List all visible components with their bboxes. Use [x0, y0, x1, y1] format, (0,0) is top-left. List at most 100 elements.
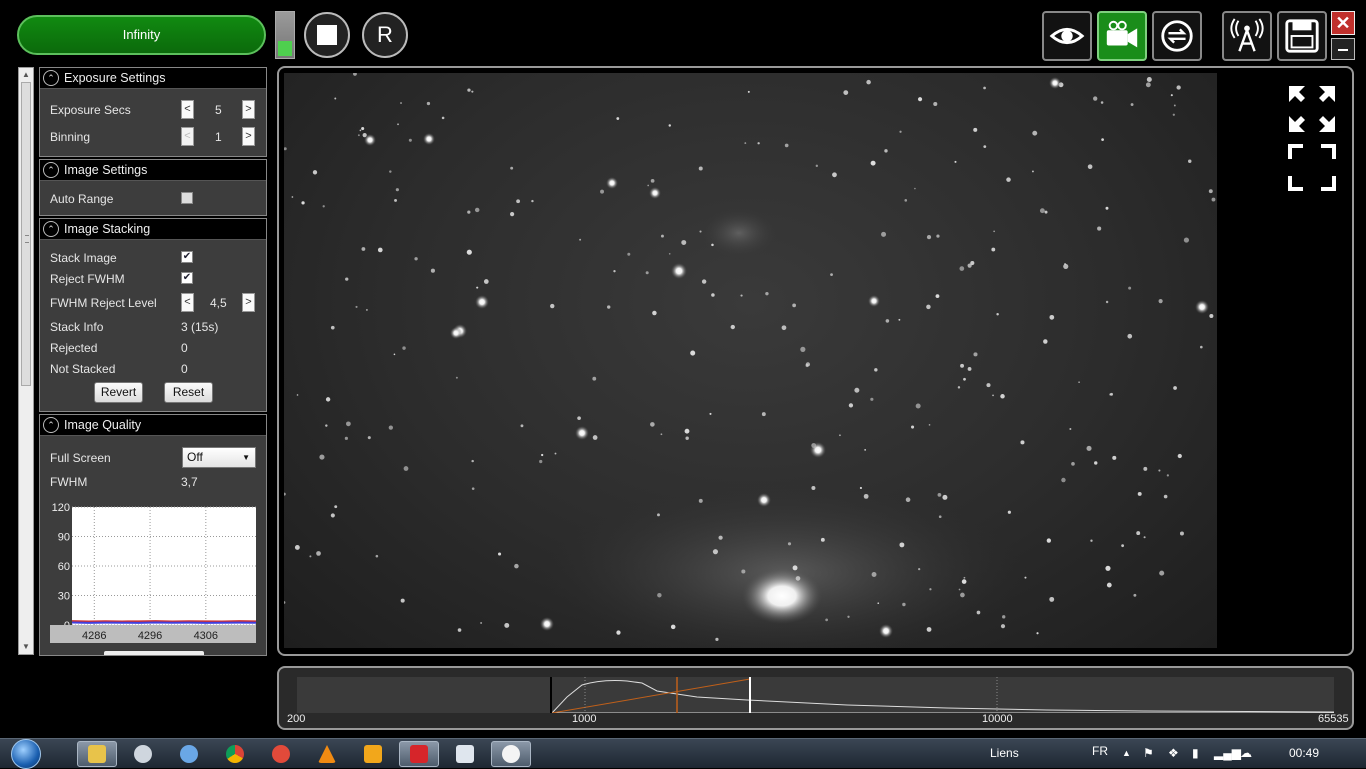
- star: [843, 90, 848, 95]
- scroll-up-icon[interactable]: ▲: [19, 68, 33, 82]
- minimize-button[interactable]: [1331, 38, 1355, 60]
- signal-icon[interactable]: ▂▄▆: [1214, 746, 1241, 760]
- panel-header[interactable]: ⌃Image Stacking: [40, 219, 266, 240]
- star: [899, 131, 901, 133]
- restart-button[interactable]: R: [362, 12, 408, 58]
- star: [627, 253, 630, 256]
- clock[interactable]: 00:49: [1289, 746, 1319, 760]
- star: [870, 398, 873, 401]
- star: [316, 551, 321, 556]
- language-indicator[interactable]: FR: [1092, 744, 1108, 758]
- star: [284, 147, 287, 150]
- stack-image-checkbox[interactable]: ✔: [181, 251, 193, 263]
- live-image[interactable]: [284, 73, 1217, 648]
- taskbar-chrome[interactable]: [215, 741, 255, 767]
- save-button[interactable]: [1277, 11, 1327, 61]
- broadcast-button[interactable]: [1222, 11, 1272, 61]
- star: [1188, 159, 1191, 162]
- y-tick-label: 30: [58, 591, 70, 603]
- star: [1088, 164, 1093, 169]
- star: [467, 250, 472, 255]
- star: [456, 377, 458, 379]
- collapse-icon[interactable]: ⌃: [43, 70, 59, 86]
- taskbar-app-5[interactable]: [261, 741, 301, 767]
- reject-level-increase-button[interactable]: >: [242, 293, 255, 312]
- star: [968, 367, 972, 371]
- collapse-icon[interactable]: ⌃: [43, 162, 59, 178]
- star: [1040, 208, 1045, 213]
- reject-fwhm-checkbox[interactable]: ✔: [181, 272, 193, 284]
- onedrive-icon[interactable]: ☁: [1240, 746, 1252, 760]
- collapse-icon[interactable]: ⌃: [43, 221, 59, 237]
- star: [498, 552, 501, 555]
- y-tick-label: 60: [58, 561, 70, 573]
- partial-button[interactable]: [104, 651, 204, 656]
- scroll-down-icon[interactable]: ▼: [19, 640, 33, 654]
- taskbar-app-9[interactable]: [445, 741, 485, 767]
- mode-button[interactable]: Infinity: [17, 15, 266, 55]
- taskbar-media[interactable]: [353, 741, 393, 767]
- star: [1159, 299, 1163, 303]
- star: [301, 201, 304, 204]
- taskbar-vlc[interactable]: [307, 741, 347, 767]
- taskbar: Liens FR ▲ ⚑ ❖ ▮ ▂▄▆ ☁ 00:49: [0, 738, 1366, 768]
- star: [607, 305, 610, 308]
- taskbar-vivaldi[interactable]: [399, 741, 439, 767]
- camera-button[interactable]: [1097, 11, 1147, 61]
- view-button[interactable]: [1042, 11, 1092, 61]
- histogram[interactable]: [297, 677, 1334, 713]
- exposure-increase-button[interactable]: >: [242, 100, 255, 119]
- panel-header[interactable]: ⌃Exposure Settings: [40, 68, 266, 89]
- star: [1158, 469, 1160, 471]
- taskbar-app-3[interactable]: [169, 741, 209, 767]
- fit-screen-icon[interactable]: [1290, 146, 1334, 189]
- flag-icon[interactable]: ⚑: [1143, 746, 1154, 760]
- star: [939, 515, 942, 518]
- document-icon: [456, 745, 474, 763]
- taskbar-explorer[interactable]: [77, 741, 117, 767]
- star: [402, 346, 405, 349]
- stop-button[interactable]: [304, 12, 350, 58]
- start-button[interactable]: [8, 739, 46, 769]
- star: [1112, 456, 1116, 460]
- collapse-icon[interactable]: ⌃: [43, 417, 59, 433]
- auto-range-checkbox[interactable]: [181, 192, 193, 204]
- star: [1138, 492, 1142, 496]
- revert-button[interactable]: Revert: [94, 382, 143, 403]
- star: [394, 199, 397, 202]
- close-button[interactable]: ✕: [1331, 11, 1355, 35]
- star: [1036, 632, 1038, 634]
- fwhm-label: FWHM: [50, 475, 87, 489]
- star: [516, 199, 520, 203]
- binning-increase-button[interactable]: >: [242, 127, 255, 146]
- star: [936, 294, 940, 298]
- device-icon[interactable]: ▮: [1192, 746, 1199, 760]
- links-toolbar[interactable]: Liens: [990, 746, 1019, 760]
- taskbar-app-2[interactable]: [123, 741, 163, 767]
- scroll-thumb[interactable]: [21, 82, 31, 386]
- exposure-decrease-button[interactable]: <: [181, 100, 194, 119]
- star: [699, 499, 703, 503]
- zoom-in-icon[interactable]: [1289, 86, 1335, 102]
- zoom-out-icon[interactable]: [1289, 116, 1335, 132]
- star: [929, 424, 931, 426]
- reset-button[interactable]: Reset: [164, 382, 213, 403]
- settings-scrollbar[interactable]: ▲ ▼: [18, 67, 34, 655]
- dropbox-icon[interactable]: ❖: [1168, 746, 1179, 760]
- star: [860, 487, 862, 489]
- taskbar-app-10[interactable]: [491, 741, 531, 767]
- reject-level-decrease-button[interactable]: <: [181, 293, 194, 312]
- binning-decrease-button[interactable]: <: [181, 127, 194, 146]
- star: [1176, 85, 1180, 89]
- reject-fwhm-label: Reject FWHM: [50, 272, 125, 286]
- panel-header[interactable]: ⌃Image Settings: [40, 160, 266, 181]
- image-quality-panel: ⌃Image Quality Full Screen Off▼ FWHM 3,7…: [39, 414, 267, 656]
- full-screen-select[interactable]: Off▼: [182, 447, 256, 468]
- star: [1043, 339, 1047, 343]
- tray-expand-icon[interactable]: ▲: [1122, 748, 1131, 758]
- panel-header[interactable]: ⌃Image Quality: [40, 415, 266, 436]
- star: [938, 493, 942, 497]
- star: [592, 377, 596, 381]
- loop-button[interactable]: [1152, 11, 1202, 61]
- star: [740, 295, 742, 297]
